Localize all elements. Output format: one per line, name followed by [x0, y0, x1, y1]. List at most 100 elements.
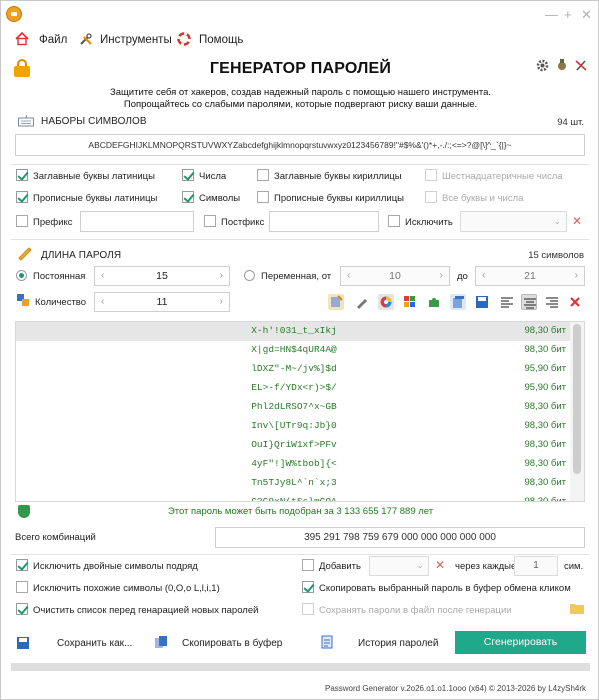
charset-field[interactable]: ABCDEFGHIJKLMNOPQRSTUVWXYZabcdefghijklmn… [15, 134, 585, 156]
menu-tools[interactable]: Инструменты [100, 34, 172, 46]
decrement-icon[interactable]: ‹ [482, 267, 485, 285]
hex-checkbox[interactable] [425, 169, 437, 181]
password-row[interactable]: X|gd=HN$4qUR4A@ 98,30 бит [16, 341, 572, 360]
keyboard-icon [18, 114, 34, 127]
clear-list-label: Очистить список перед генарацией новых п… [33, 605, 259, 616]
every-input[interactable]: 1 [514, 556, 558, 576]
exclude-select[interactable]: ⌄ [460, 211, 567, 232]
home-icon [15, 31, 29, 46]
clear-list-checkbox[interactable] [16, 603, 28, 615]
password-row[interactable]: X-h'!031_t_xIkj 98,30 бит [16, 322, 572, 341]
password-text: Inv\[UTr9q:Jb}0 [251, 420, 337, 431]
align-right-icon[interactable] [544, 294, 560, 310]
password-row[interactable]: EL>-f/YDx<r)>$/ 95,90 бит [16, 379, 572, 398]
palette-icon[interactable] [402, 294, 418, 310]
password-strength: 95,90 бит [524, 363, 566, 374]
constant-radio[interactable] [16, 270, 27, 281]
lower-cyr-checkbox[interactable] [257, 191, 269, 203]
award-icon[interactable] [556, 59, 568, 72]
password-text: Tn5TJy8L^`n`x;3 [251, 477, 337, 488]
prefix-input[interactable] [80, 211, 194, 232]
count-stepper[interactable]: ‹ 11 › [94, 292, 230, 312]
copy-button[interactable]: Скопировать в буфер [182, 638, 282, 649]
constant-length-stepper[interactable]: ‹ 15 › [94, 266, 230, 286]
password-row[interactable]: 4yF"!]W%tbob]{< 98,30 бит [16, 455, 572, 474]
no-similar-label: Исключить похожие символы (0,O,o L,l,i,1… [33, 583, 220, 594]
edit-icon[interactable] [354, 294, 370, 310]
align-center-icon[interactable] [521, 294, 537, 310]
decrement-icon[interactable]: ‹ [101, 267, 104, 285]
history-button[interactable]: История паролей [358, 638, 438, 649]
decrement-icon[interactable]: ‹ [101, 293, 104, 311]
folder-icon[interactable] [570, 602, 584, 614]
password-text: X-h'!031_t_xIkj [251, 325, 337, 336]
count-value: 11 [156, 296, 168, 308]
upper-cyr-checkbox[interactable] [257, 169, 269, 181]
copy-selected-checkbox[interactable] [302, 581, 314, 593]
save-icon[interactable] [16, 636, 30, 650]
generate-button[interactable]: Сгенерировать [455, 631, 586, 654]
color-icon[interactable] [378, 294, 394, 310]
postfix-label: Постфикс [221, 217, 265, 228]
clear-add-icon[interactable]: ✕ [435, 558, 445, 572]
chevron-down-icon: ⌄ [553, 216, 561, 226]
password-strength: 98,30 бит [524, 477, 566, 488]
copy-list-icon[interactable] [450, 294, 466, 310]
digits-checkbox[interactable] [182, 169, 194, 181]
password-row[interactable]: OuI}QriW1xf>PFv 98,30 бит [16, 436, 572, 455]
maximize-icon[interactable]: + [564, 8, 572, 21]
password-row[interactable]: Tn5TJy8L^`n`x;3 98,30 бит [16, 474, 572, 493]
increment-icon[interactable]: › [220, 293, 223, 311]
history-icon[interactable] [320, 635, 334, 649]
increment-icon[interactable]: › [440, 267, 443, 285]
menu-file[interactable]: Файл [39, 34, 67, 46]
menu-help[interactable]: Помощь [199, 34, 243, 46]
postfix-checkbox[interactable] [204, 215, 216, 227]
all-checkbox[interactable] [425, 191, 437, 203]
list-scrollbar[interactable] [570, 322, 584, 501]
password-row[interactable]: Phl2dLRSO7^x~GB 98,30 бит [16, 398, 572, 417]
no-tools-icon[interactable] [575, 59, 587, 72]
save-as-button[interactable]: Сохранить как... [57, 638, 132, 649]
add-symbol-select[interactable]: ⌄ [369, 556, 429, 576]
save-to-file-checkbox[interactable] [302, 603, 314, 615]
password-text: Phl2dLRSO7^x~GB [251, 401, 337, 412]
clear-exclude-icon[interactable]: ✕ [572, 214, 582, 228]
exclude-checkbox[interactable] [388, 215, 400, 227]
no-double-checkbox[interactable] [16, 559, 28, 571]
decrement-icon[interactable]: ‹ [347, 267, 350, 285]
minimize-icon[interactable]: — [545, 8, 558, 21]
from-length-stepper[interactable]: ‹ 10 › [340, 266, 450, 286]
length-label: ДЛИНА ПАРОЛЯ [41, 250, 122, 261]
align-left-icon[interactable] [499, 294, 515, 310]
add-checkbox[interactable] [302, 559, 314, 571]
to-length-stepper[interactable]: ‹ 21 › [475, 266, 585, 286]
symbols-checkbox[interactable] [182, 191, 194, 203]
increment-icon[interactable]: › [575, 267, 578, 285]
lower-latin-label: Прописные буквы латиницы [33, 193, 158, 204]
postfix-input[interactable] [269, 211, 379, 232]
increment-icon[interactable]: › [220, 267, 223, 285]
clear-list-icon[interactable] [567, 294, 583, 310]
upper-latin-checkbox[interactable] [16, 169, 28, 181]
close-icon[interactable]: ✕ [581, 8, 592, 21]
lower-latin-checkbox[interactable] [16, 191, 28, 203]
password-row[interactable]: Inv\[UTr9q:Jb}0 98,30 бит [16, 417, 572, 436]
settings-icon[interactable] [536, 59, 549, 72]
no-similar-checkbox[interactable] [16, 581, 28, 593]
count-label: Количество [35, 297, 87, 308]
variable-label: Переменная, от [261, 271, 332, 282]
password-row[interactable]: lDXZ"-M~/jv%]$d 95,90 бит [16, 360, 572, 379]
exclude-label: Исключить [405, 217, 453, 228]
prefix-checkbox[interactable] [16, 215, 28, 227]
password-row[interactable]: G?C9xN(tSslmCOA 98,30 бит [16, 493, 572, 501]
scrollbar-thumb[interactable] [573, 324, 581, 474]
save-list-icon[interactable] [474, 294, 490, 310]
copy-icon[interactable] [154, 635, 168, 649]
page-title: ГЕНЕРАТОР ПАРОЛЕЙ [209, 60, 392, 77]
puzzle-icon[interactable] [426, 294, 442, 310]
all-label: Все буквы и числа [442, 193, 524, 204]
mark-icon[interactable] [328, 294, 344, 310]
password-list[interactable]: X-h'!031_t_xIkj 98,30 бит X|gd=HN$4qUR4A@ 9… [15, 321, 585, 502]
variable-radio[interactable] [244, 270, 255, 281]
